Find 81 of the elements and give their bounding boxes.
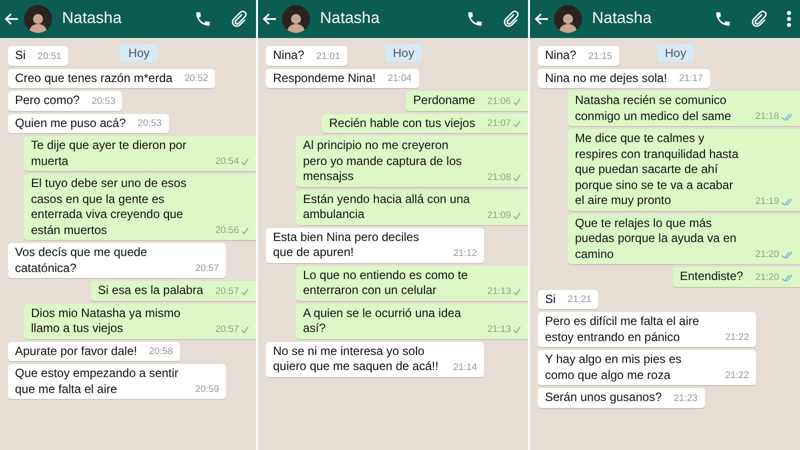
message-text: Respondeme Nina!: [273, 70, 376, 86]
message-text: Están yendo hacia allá con una ambulancia: [303, 192, 471, 222]
message-time: 21:14: [453, 360, 477, 374]
message-time: 21:23: [674, 392, 698, 406]
message-time: 20:56: [215, 224, 239, 238]
message-time: 20:57: [215, 284, 239, 298]
message-text: Apurate por favor dale!: [15, 344, 138, 359]
message-text: Esta bien Nina pero deciles que de apuren!: [273, 230, 420, 260]
message-time: 21:22: [725, 369, 749, 383]
person-icon: [286, 11, 306, 33]
message-time: 21:09: [487, 208, 511, 222]
person-icon: [558, 11, 578, 33]
message-text: Nina no me dejes sola!: [545, 70, 668, 86]
message-time: 20:57: [215, 322, 239, 336]
date-chip: Hoy: [656, 44, 694, 62]
message-text: Que te relajes lo que más puedas porque la ayuda va en camino: [575, 216, 738, 262]
message-text: Y hay algo en mis pies es como que algo me roza: [545, 352, 683, 383]
message-time: 20:54: [215, 155, 239, 169]
message-time: 21:08: [487, 170, 511, 184]
message-text: Si: [15, 48, 26, 64]
date-chip: Hoy: [384, 44, 422, 62]
message-time: 20:53: [92, 94, 116, 108]
date-chip: Hoy: [120, 44, 158, 62]
message-text: Si esa es la palabra: [98, 283, 204, 298]
phone-icon[interactable]: [466, 10, 484, 28]
paperclip-icon[interactable]: [230, 10, 248, 28]
message-text: Natasha recién se comunico conmigo un medico del same: [575, 93, 732, 124]
message-text: Dios mio Natasha ya mismo llamo a tus viejos: [31, 306, 182, 336]
phone-icon[interactable]: [714, 10, 732, 28]
contact-name: Natasha: [592, 10, 653, 28]
message-time: 20:53: [138, 117, 162, 131]
message-time: 20:59: [195, 383, 219, 397]
back-icon[interactable]: [4, 11, 20, 27]
message-time: 21:13: [487, 284, 511, 298]
message-text: Te dije que ayer te dieron por muerta: [31, 138, 188, 169]
message-time: 21:21: [568, 293, 592, 307]
message-time: 20:58: [149, 345, 173, 359]
back-icon[interactable]: [534, 11, 550, 27]
message-time: 21:04: [388, 72, 412, 86]
message-text: Me dice que te calmes y respires con tranquilidad hasta que puedan sacarte de ahí porque sino se te va a acabar el aire muy pronto: [575, 131, 740, 208]
paperclip-icon[interactable]: [750, 10, 768, 28]
message-time: 21:07: [487, 117, 511, 131]
message-time: 21:06: [487, 94, 511, 108]
message-text: Nina?: [545, 48, 576, 64]
message-text: Entendiste?: [680, 269, 744, 284]
message-time: 21:15: [588, 50, 612, 64]
message-text: Si: [545, 292, 556, 307]
message-time: 21:13: [487, 322, 511, 336]
menu-icon[interactable]: [786, 10, 792, 28]
phone-icon[interactable]: [194, 10, 212, 28]
message-time: 21:01: [316, 50, 340, 64]
message-time: 21:22: [725, 331, 749, 345]
contact-name: Natasha: [62, 10, 123, 28]
message-text: Que estoy empezando a sentir que me falta el aire: [15, 366, 180, 397]
message-time: 21:20: [755, 270, 779, 284]
message-text: Creo que tenes razón m*erda: [15, 70, 172, 86]
message-time: 21:17: [679, 72, 703, 86]
message-text: Vos decís que me quede catatónica?: [15, 245, 148, 276]
message-text: Pero es difícil me falta el aire estoy entrando en pánico: [545, 314, 700, 345]
message-text: Perdoname: [413, 93, 476, 108]
message-text: Recién hable con tus viejos: [329, 116, 476, 131]
message-text: Quien me puso acá?: [15, 116, 126, 131]
message-time: 21:19: [755, 194, 779, 208]
message-time: 21:12: [453, 246, 477, 260]
back-icon[interactable]: [262, 11, 278, 27]
paperclip-icon[interactable]: [502, 10, 520, 28]
message-text: Lo que no entiendo es como te enterraron con un celular: [303, 268, 469, 298]
message-text: Al principio no me creyeron pero yo mande captura de los mensajss: [303, 138, 463, 184]
message-text: Serán unos gusanos?: [545, 390, 662, 406]
person-icon: [28, 11, 48, 33]
message-text: Nina?: [273, 48, 304, 64]
message-time: 20:57: [195, 262, 219, 276]
message-text: A quien se le ocurrió una idea así?: [303, 306, 462, 336]
contact-name: Natasha: [320, 10, 381, 28]
message-time: 21:18: [755, 110, 779, 124]
message-time: 20:52: [184, 72, 208, 86]
message-time: 20:51: [38, 50, 62, 64]
message-time: 21:20: [755, 248, 779, 262]
message-text: No se ni me interesa yo solo quiero que me saquen de acá!!: [273, 344, 440, 374]
message-text: El tuyo debe ser uno de esos casos en que la gente es enterrada viva creyendo que están muertos: [31, 176, 188, 238]
message-text: Pero como?: [15, 93, 80, 108]
